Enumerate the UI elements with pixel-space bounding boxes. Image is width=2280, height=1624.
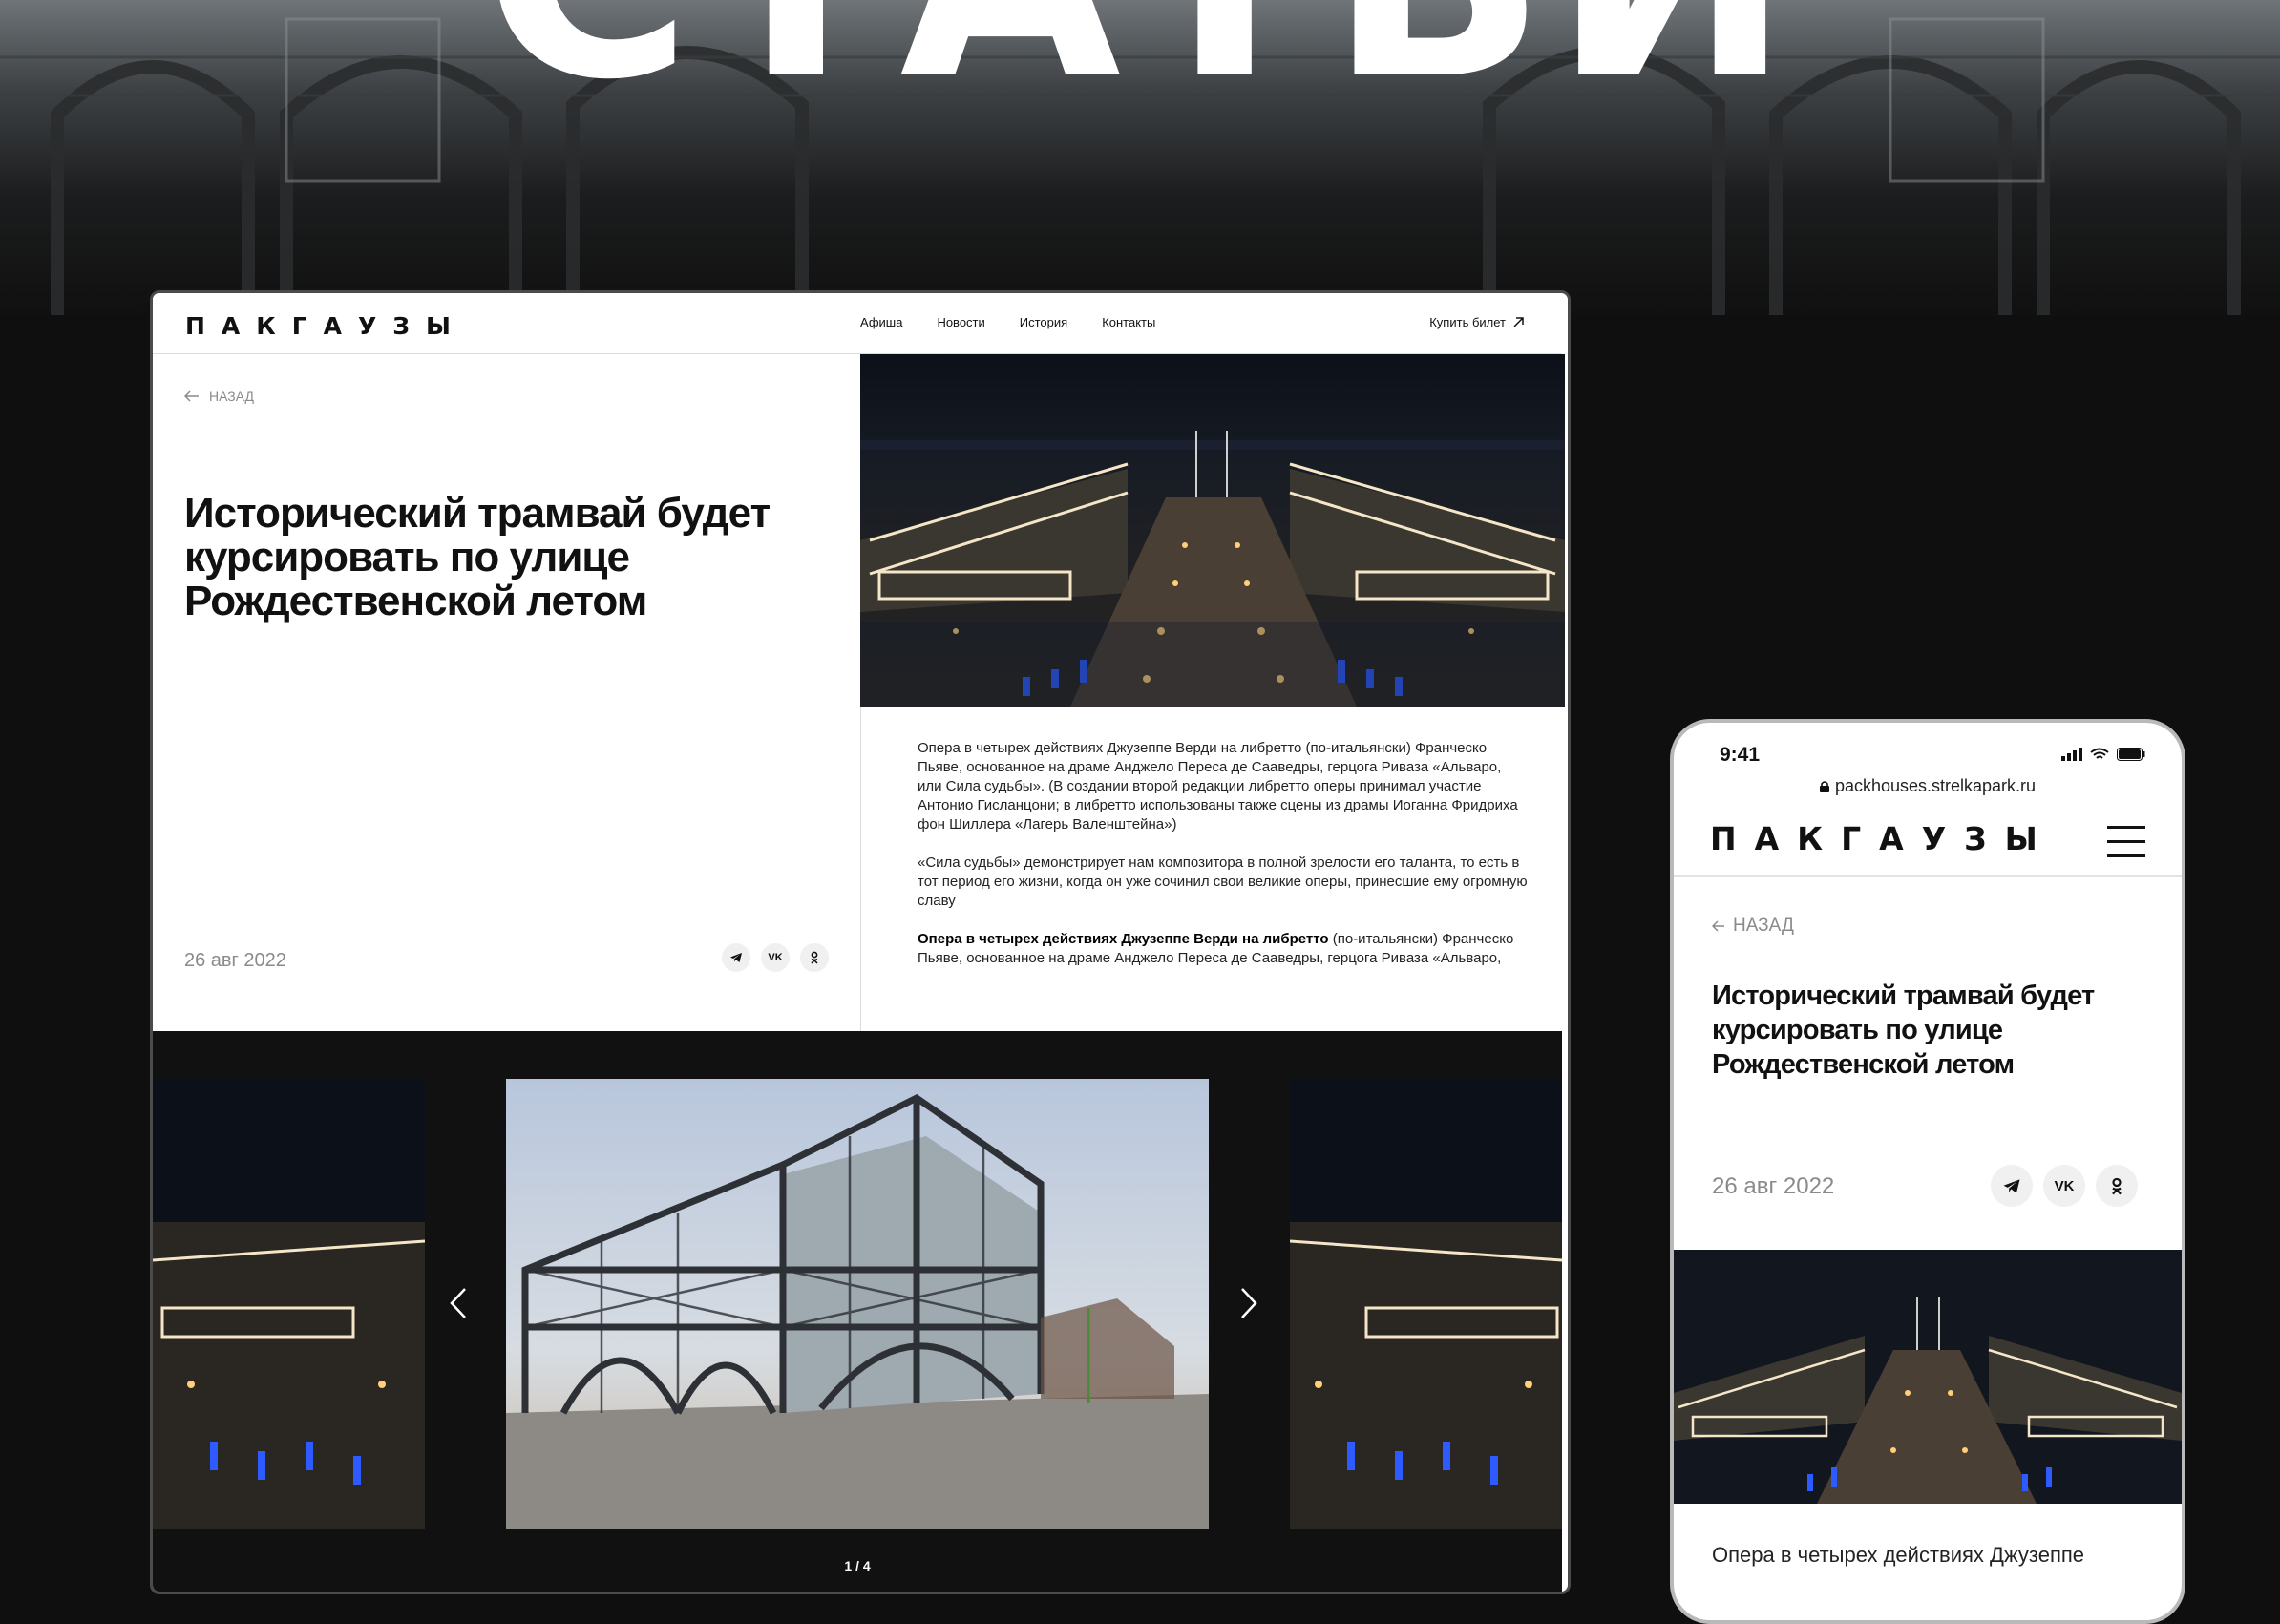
nav-item-contacts[interactable]: Контакты	[1102, 315, 1155, 329]
mobile-back-link[interactable]: НАЗАД	[1712, 916, 1794, 937]
telegram-icon	[730, 953, 742, 962]
buy-ticket-label: Купить билет	[1429, 315, 1506, 329]
main-nav: Афиша Новости История Контакты	[860, 315, 1155, 329]
ok-share-button[interactable]	[800, 943, 829, 972]
status-bar-time: 9:41	[1720, 744, 1761, 766]
gallery-current-slide	[506, 1079, 1209, 1529]
ok-icon	[811, 951, 818, 964]
article-paragraph-2: «Сила судьбы» демонстрирует нам композит…	[918, 854, 1528, 909]
share-buttons: VK	[722, 943, 829, 972]
article-photo-aerial	[860, 354, 1565, 707]
menu-button[interactable]	[2107, 826, 2145, 858]
article-paragraph-3: Опера в четырех действиях Джузеппе Верди…	[918, 930, 1529, 968]
nav-item-history[interactable]: История	[1020, 315, 1067, 329]
burger-line	[2107, 826, 2145, 829]
mobile-back-label: НАЗАД	[1733, 916, 1794, 936]
nav-item-afisha[interactable]: Афиша	[860, 315, 902, 329]
signal-icon	[2061, 748, 2082, 761]
chevron-left-icon	[450, 1288, 466, 1318]
mobile-article-title: Исторический трамвай будет курсировать п…	[1712, 981, 2095, 1080]
mobile-site-header: ПАКГАУЗЫ	[1674, 809, 2182, 877]
mobile-share-buttons: VK	[1991, 1165, 2138, 1207]
ok-share-button[interactable]	[2096, 1165, 2138, 1207]
article-date: 26 авг 2022	[184, 950, 286, 971]
back-label: НАЗАД	[209, 389, 255, 404]
gallery-prev-slide[interactable]	[153, 1079, 425, 1529]
gallery-next-image	[1290, 1079, 1562, 1529]
browser-address-bar[interactable]: packhouses.strelkapark.ru	[1674, 776, 2182, 796]
mobile-site-logo[interactable]: ПАКГАУЗЫ	[1710, 820, 2056, 857]
gallery-counter: 1 / 4	[844, 1558, 871, 1573]
telegram-share-button[interactable]	[1991, 1165, 2033, 1207]
telegram-icon	[2003, 1178, 2020, 1193]
battery-icon	[2117, 748, 2145, 761]
lock-icon	[1819, 781, 1829, 792]
photo-gallery: 1 / 4	[153, 1031, 1562, 1592]
article-paragraph-1: Опера в четырех действиях Джузеппе Верди…	[918, 740, 1518, 833]
gallery-next-button[interactable]	[1239, 1287, 1258, 1326]
telegram-share-button[interactable]	[722, 943, 750, 972]
status-bar-icons	[2061, 748, 2145, 761]
arrow-left-icon	[1712, 920, 1724, 932]
vk-icon: VK	[768, 952, 783, 963]
site-logo[interactable]: ПАКГАУЗЫ	[185, 312, 467, 340]
ok-icon	[2112, 1177, 2122, 1194]
night-aerial-image	[860, 354, 1565, 707]
night-aerial-image	[1674, 1250, 2182, 1504]
article-paragraph-3-bold: Опера в четырех действиях Джузеппе Верди…	[918, 931, 1329, 947]
article-intro: НАЗАД Исторический трамвай будет курсиро…	[153, 354, 861, 1031]
vk-icon: VK	[2054, 1177, 2075, 1194]
arrow-up-right-icon	[1513, 317, 1524, 327]
vk-share-button[interactable]: VK	[761, 943, 790, 972]
mobile-article-date: 26 авг 2022	[1712, 1173, 1835, 1199]
desktop-mockup: ПАКГАУЗЫ Афиша Новости История Контакты …	[150, 290, 1571, 1594]
gallery-prev-image	[153, 1079, 425, 1529]
vk-share-button[interactable]: VK	[2043, 1165, 2085, 1207]
nav-item-news[interactable]: Новости	[937, 315, 984, 329]
gallery-current-image	[506, 1079, 1209, 1529]
buy-ticket-link[interactable]: Купить билет	[1429, 315, 1524, 329]
arrow-left-icon	[184, 390, 199, 402]
back-link[interactable]: НАЗАД	[184, 389, 254, 404]
burger-line	[2107, 854, 2145, 857]
hero-title: СТАТЬИ	[0, 0, 2280, 119]
article-title: Исторический трамвай будет курсировать п…	[184, 490, 771, 624]
chevron-right-icon	[1241, 1288, 1257, 1318]
gallery-next-slide[interactable]	[1290, 1079, 1562, 1529]
gallery-prev-button[interactable]	[449, 1287, 468, 1326]
hero-banner: СТАТЬИ	[0, 0, 2280, 315]
site-header: ПАКГАУЗЫ Афиша Новости История Контакты …	[153, 293, 1562, 354]
mobile-mockup: 9:41 packhouses.strelkapark.ru ПАКГАУЗЫ …	[1670, 719, 2185, 1624]
mobile-article-photo	[1674, 1250, 2182, 1504]
article-body: Опера в четырех действиях Джузеппе Верди…	[918, 739, 1529, 987]
wifi-icon	[2090, 748, 2109, 759]
browser-url: packhouses.strelkapark.ru	[1834, 776, 2037, 795]
burger-line	[2107, 840, 2145, 843]
